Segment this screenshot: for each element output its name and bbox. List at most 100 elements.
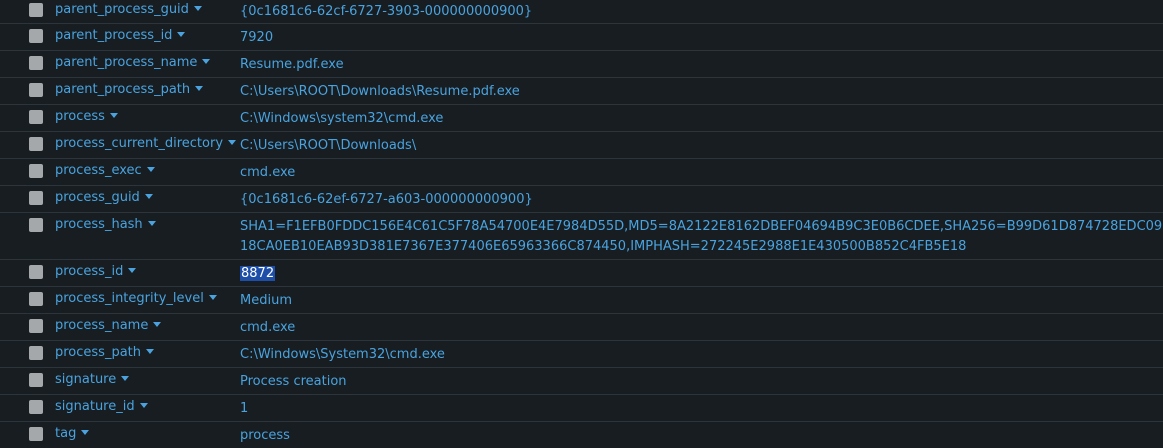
caret-down-icon bbox=[121, 376, 130, 381]
field-checkbox[interactable] bbox=[29, 137, 43, 151]
field-name-label: process_path bbox=[55, 345, 142, 360]
field-value-text: cmd.exe bbox=[240, 320, 296, 335]
caret-down-icon bbox=[195, 86, 204, 91]
field-row-process-path: process_path C:\Windows\System32\cmd.exe bbox=[0, 341, 1163, 368]
field-name-label: process_guid bbox=[55, 190, 140, 205]
field-name-dropdown[interactable]: signature_id bbox=[55, 395, 240, 414]
field-row-process-hash: process_hash SHA1=F1EFB0FDDC156E4C61C5F7… bbox=[0, 213, 1163, 260]
field-checkbox[interactable] bbox=[29, 56, 43, 70]
field-row-signature-id: signature_id 1 bbox=[0, 395, 1163, 422]
field-name-label: parent_process_id bbox=[55, 28, 173, 43]
field-value-text: C:\Users\ROOT\Downloads\ bbox=[240, 138, 417, 153]
field-checkbox[interactable] bbox=[29, 164, 43, 178]
field-name-label: process_exec bbox=[55, 163, 142, 178]
field-value[interactable]: Process creation bbox=[240, 368, 1163, 391]
field-value[interactable]: C:\Users\ROOT\Downloads\ bbox=[240, 132, 1163, 155]
field-value-text: cmd.exe bbox=[240, 165, 296, 180]
field-value[interactable]: 1 bbox=[240, 395, 1163, 418]
field-name-label: process_hash bbox=[55, 217, 143, 232]
field-name-label: process_current_directory bbox=[55, 136, 224, 151]
field-name-dropdown[interactable]: tag bbox=[55, 422, 240, 441]
field-name-dropdown[interactable]: parent_process_path bbox=[55, 78, 240, 97]
field-value[interactable]: Resume.pdf.exe bbox=[240, 51, 1163, 74]
field-row-signature: signature Process creation bbox=[0, 368, 1163, 395]
caret-down-icon bbox=[109, 113, 118, 118]
field-value[interactable]: process bbox=[240, 422, 1163, 445]
field-checkbox[interactable] bbox=[29, 83, 43, 97]
field-name-label: process bbox=[55, 109, 105, 124]
field-name-dropdown[interactable]: process_guid bbox=[55, 186, 240, 205]
field-checkbox[interactable] bbox=[29, 110, 43, 124]
field-row-parent-process-guid: parent_process_guid {0c1681c6-62cf-6727-… bbox=[0, 0, 1163, 24]
field-checkbox[interactable] bbox=[29, 218, 43, 232]
field-name-dropdown[interactable]: parent_process_name bbox=[55, 51, 240, 70]
field-name-dropdown[interactable]: parent_process_id bbox=[55, 24, 240, 43]
field-name-label: signature bbox=[55, 372, 117, 387]
field-checkbox[interactable] bbox=[29, 346, 43, 360]
field-value-text: 1 bbox=[240, 401, 249, 416]
caret-down-icon bbox=[202, 59, 211, 64]
field-checkbox[interactable] bbox=[29, 400, 43, 414]
field-checkbox[interactable] bbox=[29, 292, 43, 306]
field-checkbox[interactable] bbox=[29, 29, 43, 43]
field-row-process-current-directory: process_current_directory C:\Users\ROOT\… bbox=[0, 132, 1163, 159]
field-checkbox[interactable] bbox=[29, 3, 43, 17]
caret-down-icon bbox=[146, 167, 155, 172]
field-name-dropdown[interactable]: process_path bbox=[55, 341, 240, 360]
field-row-parent-process-id: parent_process_id 7920 bbox=[0, 24, 1163, 51]
field-value[interactable]: {0c1681c6-62ef-6727-a603-000000000900} bbox=[240, 186, 1163, 209]
field-value-text: {0c1681c6-62ef-6727-a603-000000000900} bbox=[240, 192, 533, 207]
field-checkbox[interactable] bbox=[29, 191, 43, 205]
field-value-text-selected: 8872 bbox=[240, 266, 276, 281]
field-value[interactable]: cmd.exe bbox=[240, 159, 1163, 182]
field-name-dropdown[interactable]: parent_process_guid bbox=[55, 0, 240, 17]
field-checkbox[interactable] bbox=[29, 427, 43, 441]
caret-down-icon bbox=[193, 6, 202, 11]
field-value[interactable]: C:\Users\ROOT\Downloads\Resume.pdf.exe bbox=[240, 78, 1163, 101]
field-row-process-id: process_id 8872 bbox=[0, 260, 1163, 287]
caret-down-icon bbox=[144, 194, 153, 199]
field-name-label: process_id bbox=[55, 264, 124, 279]
field-name-dropdown[interactable]: process bbox=[55, 105, 240, 124]
field-row-tag: tag process bbox=[0, 422, 1163, 448]
field-checkbox[interactable] bbox=[29, 373, 43, 387]
field-name-label: tag bbox=[55, 426, 77, 441]
caret-down-icon bbox=[177, 32, 186, 37]
field-name-dropdown[interactable]: process_integrity_level bbox=[55, 287, 240, 306]
field-name-dropdown[interactable]: signature bbox=[55, 368, 240, 387]
caret-down-icon bbox=[153, 322, 162, 327]
field-name-label: signature_id bbox=[55, 399, 135, 414]
field-name-dropdown[interactable]: process_hash bbox=[55, 213, 240, 232]
field-name-dropdown[interactable]: process_name bbox=[55, 314, 240, 333]
field-value-text: Resume.pdf.exe bbox=[240, 57, 344, 72]
field-row-process-guid: process_guid {0c1681c6-62ef-6727-a603-00… bbox=[0, 186, 1163, 213]
field-name-label: process_integrity_level bbox=[55, 291, 204, 306]
field-value[interactable]: SHA1=F1EFB0FDDC156E4C61C5F78A54700E4E798… bbox=[240, 213, 1163, 257]
field-value-text: {0c1681c6-62cf-6727-3903-000000000900} bbox=[240, 4, 533, 19]
caret-down-icon bbox=[228, 140, 237, 145]
field-value-text: 7920 bbox=[240, 30, 274, 45]
field-value-text: process bbox=[240, 428, 290, 443]
caret-down-icon bbox=[208, 295, 217, 300]
field-row-parent-process-name: parent_process_name Resume.pdf.exe bbox=[0, 51, 1163, 78]
field-value[interactable]: C:\Windows\System32\cmd.exe bbox=[240, 341, 1163, 364]
field-checkbox[interactable] bbox=[29, 265, 43, 279]
field-value-text: C:\Windows\System32\cmd.exe bbox=[240, 347, 445, 362]
caret-down-icon bbox=[139, 403, 148, 408]
field-row-process: process C:\Windows\system32\cmd.exe bbox=[0, 105, 1163, 132]
field-name-dropdown[interactable]: process_current_directory bbox=[55, 132, 240, 151]
field-value-text: Process creation bbox=[240, 374, 347, 389]
field-value[interactable]: 8872 bbox=[240, 260, 1163, 283]
field-checkbox[interactable] bbox=[29, 319, 43, 333]
field-value[interactable]: C:\Windows\system32\cmd.exe bbox=[240, 105, 1163, 128]
field-name-dropdown[interactable]: process_id bbox=[55, 260, 240, 279]
field-value[interactable]: cmd.exe bbox=[240, 314, 1163, 337]
field-value[interactable]: {0c1681c6-62cf-6727-3903-000000000900} bbox=[240, 0, 1163, 21]
field-name-dropdown[interactable]: process_exec bbox=[55, 159, 240, 178]
caret-down-icon bbox=[146, 349, 155, 354]
field-value[interactable]: Medium bbox=[240, 287, 1163, 310]
field-name-label: parent_process_guid bbox=[55, 2, 189, 17]
field-name-label: process_name bbox=[55, 318, 149, 333]
event-fields-list: parent_process_guid {0c1681c6-62cf-6727-… bbox=[0, 0, 1163, 448]
field-value[interactable]: 7920 bbox=[240, 24, 1163, 47]
